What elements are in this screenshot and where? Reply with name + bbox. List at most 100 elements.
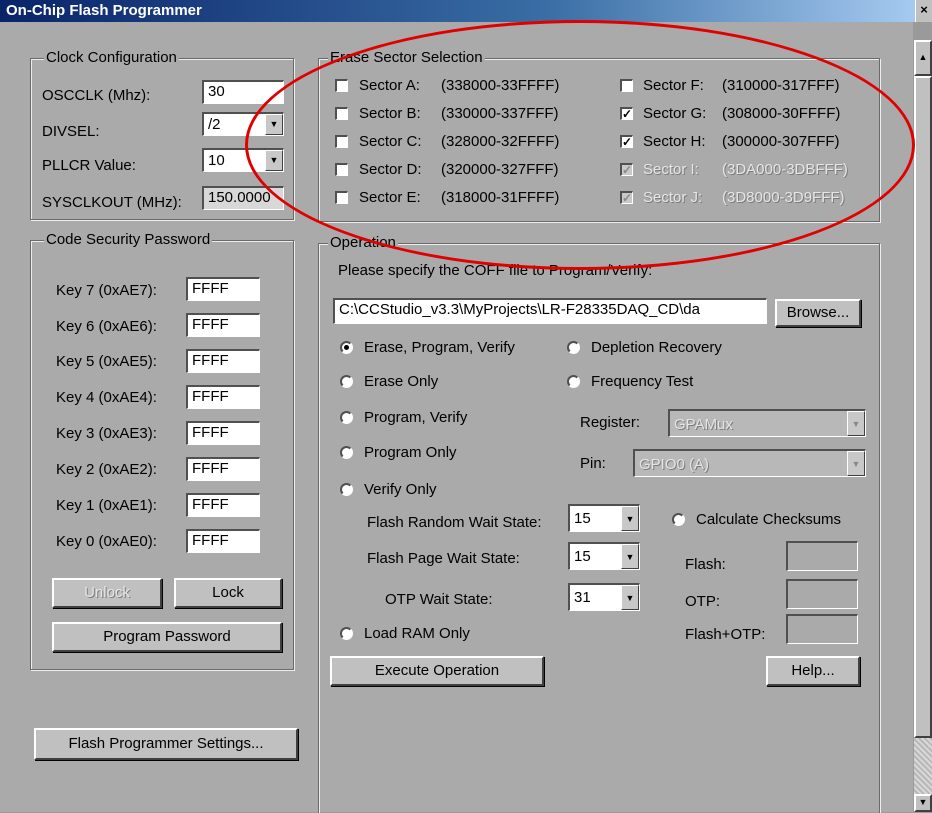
close-icon[interactable]: ×: [915, 0, 932, 22]
register-value: GPAMux: [674, 416, 733, 433]
sector-j-range: (3D8000-3D9FFF): [722, 189, 845, 206]
key-7-input[interactable]: FFFF: [186, 277, 260, 301]
flash-otp-checksum-label: Flash+OTP:: [685, 626, 766, 643]
mode-erase-program-verify-label: Erase, Program, Verify: [364, 339, 515, 356]
oscclk-input[interactable]: 30: [202, 80, 284, 104]
register-select: GPAMux ▼: [668, 409, 866, 437]
sector-g-checkbox[interactable]: ✓: [620, 107, 633, 120]
otp-wait-select[interactable]: 31 ▼: [568, 583, 640, 611]
key-0-input[interactable]: FFFF: [186, 529, 260, 553]
scroll-up-button[interactable]: ▲: [914, 40, 932, 76]
scroll-thumb[interactable]: [914, 76, 932, 738]
chevron-down-icon: ▼: [847, 411, 865, 436]
chevron-down-icon: ▼: [847, 451, 865, 476]
flash-checksum-label: Flash:: [685, 556, 726, 573]
mode-load-ram-only-radio[interactable]: [340, 627, 353, 640]
divsel-value: /2: [208, 116, 221, 133]
execute-operation-button[interactable]: Execute Operation: [330, 656, 544, 686]
pllcr-value: 10: [208, 152, 225, 169]
otp-checksum-value: [786, 579, 858, 609]
sector-a-checkbox[interactable]: [335, 79, 348, 92]
sector-b-label: Sector B:: [359, 105, 421, 122]
mode-program-verify-label: Program, Verify: [364, 409, 468, 426]
sector-f-checkbox[interactable]: [620, 79, 633, 92]
key-3-label: Key 3 (0xAE3):: [56, 425, 157, 442]
lock-button[interactable]: Lock: [174, 578, 282, 608]
sector-a-range: (338000-33FFFF): [441, 77, 560, 94]
flash-page-wait-label: Flash Page Wait State:: [367, 550, 520, 567]
key-6-input[interactable]: FFFF: [186, 313, 260, 337]
chevron-down-icon[interactable]: ▼: [621, 506, 639, 531]
sector-a-label: Sector A:: [359, 77, 420, 94]
browse-button[interactable]: Browse...: [775, 299, 861, 327]
sector-h-checkbox[interactable]: ✓: [620, 135, 633, 148]
key-3-input[interactable]: FFFF: [186, 421, 260, 445]
key-4-input[interactable]: FFFF: [186, 385, 260, 409]
sector-c-label: Sector C:: [359, 133, 422, 150]
flash-page-wait-select[interactable]: 15 ▼: [568, 542, 640, 570]
key-5-label: Key 5 (0xAE5):: [56, 353, 157, 370]
flash-otp-checksum-value: [786, 614, 858, 644]
sector-d-range: (320000-327FFF): [441, 161, 559, 178]
depletion-recovery-radio[interactable]: [567, 341, 580, 354]
flash-random-wait-value: 15: [574, 510, 591, 527]
chevron-down-icon[interactable]: ▼: [621, 585, 639, 610]
flash-random-wait-label: Flash Random Wait State:: [367, 514, 542, 531]
sector-e-label: Sector E:: [359, 189, 421, 206]
sector-e-checkbox[interactable]: [335, 191, 348, 204]
coff-prompt: Please specify the COFF file to Program/…: [338, 262, 653, 279]
sector-j-checkbox: ✓: [620, 191, 633, 205]
sector-h-range: (300000-307FFF): [722, 133, 840, 150]
flash-programmer-settings-button[interactable]: Flash Programmer Settings...: [34, 728, 298, 760]
erase-sector-legend: Erase Sector Selection: [328, 49, 485, 66]
key-2-input[interactable]: FFFF: [186, 457, 260, 481]
mode-erase-program-verify-radio[interactable]: [340, 341, 353, 354]
sector-d-checkbox[interactable]: [335, 163, 348, 176]
flash-checksum-value: [786, 541, 858, 571]
mode-load-ram-only-label: Load RAM Only: [364, 625, 470, 642]
register-label: Register:: [580, 414, 641, 431]
sector-g-range: (308000-30FFFF): [722, 105, 841, 122]
mode-program-verify-radio[interactable]: [340, 411, 353, 424]
clock-configuration-legend: Clock Configuration: [44, 49, 179, 66]
otp-checksum-label: OTP:: [685, 593, 721, 610]
sector-i-checkbox: ✓: [620, 163, 633, 177]
chevron-down-icon[interactable]: ▼: [265, 150, 283, 171]
scroll-down-button[interactable]: ▼: [914, 794, 932, 812]
sector-j-label: Sector J:: [643, 189, 703, 206]
radio-selected-dot: [344, 345, 349, 350]
help-button[interactable]: Help...: [766, 656, 860, 686]
sector-i-range: (3DA000-3DBFFF): [722, 161, 848, 178]
sector-c-range: (328000-32FFFF): [441, 133, 560, 150]
program-password-button[interactable]: Program Password: [52, 622, 282, 652]
mode-verify-only-radio[interactable]: [340, 483, 353, 496]
mode-erase-only-radio[interactable]: [340, 375, 353, 388]
otp-wait-label: OTP Wait State:: [385, 591, 493, 608]
sector-d-label: Sector D:: [359, 161, 422, 178]
key-1-label: Key 1 (0xAE1):: [56, 497, 157, 514]
sector-i-label: Sector I:: [643, 161, 699, 178]
sector-g-label: Sector G:: [643, 105, 707, 122]
flash-random-wait-select[interactable]: 15 ▼: [568, 504, 640, 532]
coff-path-input[interactable]: C:\CCStudio_v3.3\MyProjects\LR-F28335DAQ…: [333, 298, 767, 324]
chevron-down-icon[interactable]: ▼: [265, 114, 283, 135]
sysclkout-label: SYSCLKOUT (MHz):: [42, 194, 182, 211]
pllcr-select[interactable]: 10 ▼: [202, 148, 284, 172]
sector-f-label: Sector F:: [643, 77, 704, 94]
frequency-test-radio[interactable]: [567, 375, 580, 388]
sector-b-range: (330000-337FFF): [441, 105, 559, 122]
key-5-input[interactable]: FFFF: [186, 349, 260, 373]
depletion-recovery-label: Depletion Recovery: [591, 339, 722, 356]
mode-erase-only-label: Erase Only: [364, 373, 439, 390]
mode-verify-only-label: Verify Only: [364, 481, 437, 498]
scroll-track-lower[interactable]: [914, 738, 932, 794]
chevron-down-icon[interactable]: ▼: [621, 544, 639, 569]
sector-c-checkbox[interactable]: [335, 135, 348, 148]
key-7-label: Key 7 (0xAE7):: [56, 282, 157, 299]
key-6-label: Key 6 (0xAE6):: [56, 318, 157, 335]
key-1-input[interactable]: FFFF: [186, 493, 260, 517]
divsel-select[interactable]: /2 ▼: [202, 112, 284, 136]
sector-b-checkbox[interactable]: [335, 107, 348, 120]
mode-program-only-radio[interactable]: [340, 446, 353, 459]
calculate-checksums-radio[interactable]: [672, 513, 685, 526]
